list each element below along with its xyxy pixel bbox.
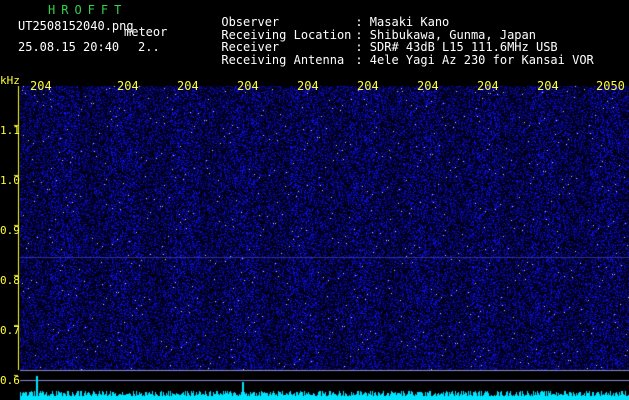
x-tick-label: 204 — [297, 79, 319, 93]
meta-block: Observer: Masaki Kano Receiving Location… — [178, 4, 594, 66]
datetime-label: 25.08.15 20:40 — [18, 40, 120, 54]
y-tick-label: 0.9 — [0, 224, 20, 237]
x-tick-label: 204 — [30, 79, 52, 93]
counter-label: 2.. — [138, 40, 160, 54]
y-tick-label: 1.0 — [0, 174, 20, 187]
x-tick-label: 204 — [117, 79, 139, 93]
meta-key: Observer — [221, 15, 280, 29]
x-tick-label: 204 — [237, 79, 259, 93]
x-tick-label: 204 — [537, 79, 559, 93]
mode-tag: meteor — [124, 25, 168, 39]
y-tick-label: 0.7 — [0, 324, 20, 337]
file-name: UT2508152040.png — [18, 19, 134, 33]
y-tick-label: 0.6 — [0, 374, 20, 387]
x-tick-label: 204 — [177, 79, 199, 93]
hrofft-window: HROFFT UT2508152040.png meteor 25.08.15 … — [0, 0, 629, 400]
app-title: HROFFT — [48, 3, 128, 17]
meta-key: Receiver — [221, 40, 280, 54]
meta-key: Receiving Location — [221, 27, 352, 42]
spectrogram-canvas — [0, 76, 629, 400]
meta-row-observer: Observer: Masaki Kano — [178, 4, 594, 28]
axis-unit-label: kHz — [0, 74, 20, 87]
meta-value: : 4ele Yagi Az 230 for Kansai VOR — [355, 52, 594, 67]
x-tick-label: 2050 — [596, 79, 625, 93]
x-tick-label: 204 — [357, 79, 379, 93]
y-tick-label: 0.8 — [0, 274, 20, 287]
x-tick-label: 204 — [417, 79, 439, 93]
x-tick-label: 204 — [477, 79, 499, 93]
y-tick-label: 1.1 — [0, 124, 20, 137]
meta-key: Receiving Antenna — [221, 52, 345, 67]
